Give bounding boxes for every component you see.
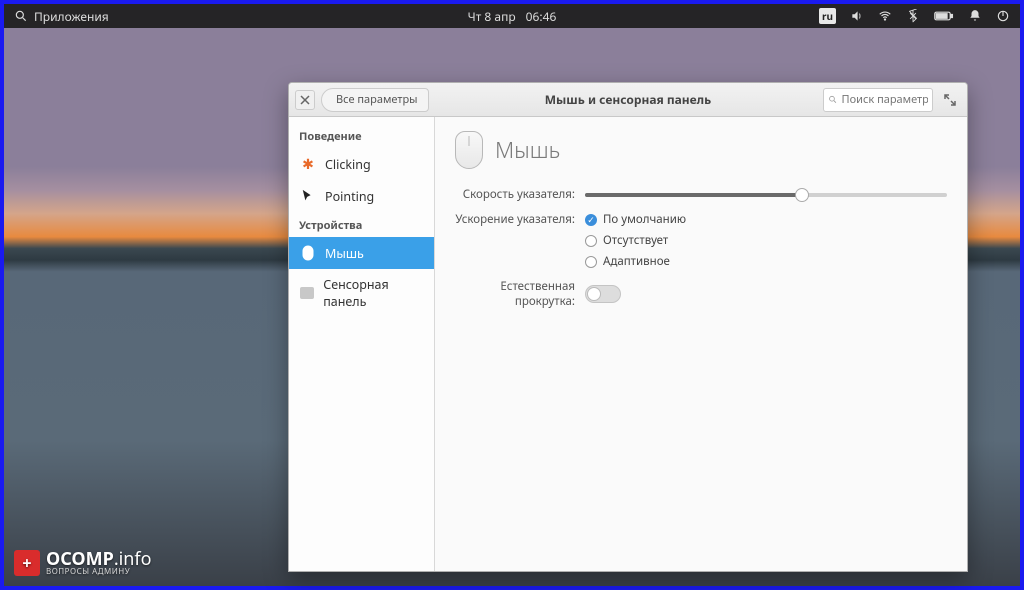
slider-fill (585, 193, 802, 197)
sidebar-item-label: Мышь (325, 245, 364, 262)
sidebar-item-mouse[interactable]: Мышь (289, 237, 434, 269)
watermark: + OCOMP.info ВОПРОСЫ АДМИНУ (14, 550, 152, 576)
search-input[interactable] (842, 92, 928, 107)
battery-icon[interactable] (934, 10, 954, 22)
date-label: Чт 8 апр (468, 8, 516, 25)
bluetooth-icon[interactable] (906, 9, 920, 23)
close-icon (300, 95, 310, 105)
volume-icon[interactable] (850, 9, 864, 23)
clock[interactable]: Чт 8 апр 06:46 (468, 8, 557, 25)
pointer-speed-slider[interactable] (585, 193, 947, 197)
accel-radio-group: По умолчанию Отсутствует Адаптивное (585, 212, 686, 269)
sidebar-item-label: Сенсорная панель (323, 276, 424, 310)
applications-menu[interactable]: Приложения (14, 8, 109, 25)
power-icon[interactable] (996, 9, 1010, 23)
back-label: Все параметры (336, 92, 418, 107)
slider-thumb[interactable] (795, 188, 809, 202)
clicking-icon: ✱ (299, 155, 317, 173)
applications-label: Приложения (34, 8, 109, 25)
plus-icon: + (14, 550, 40, 576)
sidebar-item-label: Pointing (325, 188, 374, 205)
radio-label: Отсутствует (603, 233, 668, 248)
pointer-speed-label: Скорость указателя: (455, 187, 585, 202)
back-button[interactable]: Все параметры (321, 88, 429, 112)
page-title: Мышь (495, 135, 560, 165)
sidebar: Поведение ✱ Clicking Pointing Устройства (289, 117, 435, 571)
mouse-icon (299, 244, 317, 262)
wifi-icon[interactable] (878, 9, 892, 23)
sidebar-item-touchpad[interactable]: Сенсорная панель (289, 269, 434, 317)
window-title: Мышь и сенсорная панель (545, 91, 712, 108)
search-icon (828, 94, 838, 105)
maximize-button[interactable] (939, 89, 961, 111)
bell-icon[interactable] (968, 9, 982, 23)
sidebar-section-devices: Устройства (289, 212, 434, 237)
mouse-large-icon (455, 131, 483, 169)
radio-icon (585, 256, 597, 268)
maximize-icon (944, 94, 956, 106)
desktop-wallpaper: Приложения Чт 8 апр 06:46 ru (4, 4, 1020, 586)
sidebar-item-label: Clicking (325, 156, 371, 173)
sidebar-item-clicking[interactable]: ✱ Clicking (289, 148, 434, 180)
radio-icon (585, 235, 597, 247)
natural-scroll-label: Естественная прокрутка: (455, 279, 585, 309)
touchpad-icon (299, 284, 315, 302)
radio-checked-icon (585, 214, 597, 226)
settings-window: Все параметры Мышь и сенсорная панель По… (288, 82, 968, 572)
toggle-knob (587, 287, 601, 301)
accel-option-adaptive[interactable]: Адаптивное (585, 254, 686, 269)
accel-option-none[interactable]: Отсутствует (585, 233, 686, 248)
sidebar-item-pointing[interactable]: Pointing (289, 180, 434, 212)
search-icon (14, 9, 28, 23)
accel-option-default[interactable]: По умолчанию (585, 212, 686, 227)
cursor-icon (299, 187, 317, 205)
top-bar: Приложения Чт 8 апр 06:46 ru (4, 4, 1020, 28)
window-titlebar[interactable]: Все параметры Мышь и сенсорная панель (289, 83, 967, 117)
sidebar-section-behavior: Поведение (289, 123, 434, 148)
natural-scroll-toggle[interactable] (585, 285, 621, 303)
radio-label: Адаптивное (603, 254, 670, 269)
accel-label: Ускорение указателя: (455, 212, 585, 227)
time-label: 06:46 (526, 8, 557, 25)
content-pane: Мышь Скорость указателя: Ускорение указа… (435, 117, 967, 571)
close-button[interactable] (295, 90, 315, 110)
radio-label: По умолчанию (603, 212, 686, 227)
search-input-wrapper[interactable] (823, 88, 933, 112)
keyboard-layout-indicator[interactable]: ru (819, 8, 836, 24)
